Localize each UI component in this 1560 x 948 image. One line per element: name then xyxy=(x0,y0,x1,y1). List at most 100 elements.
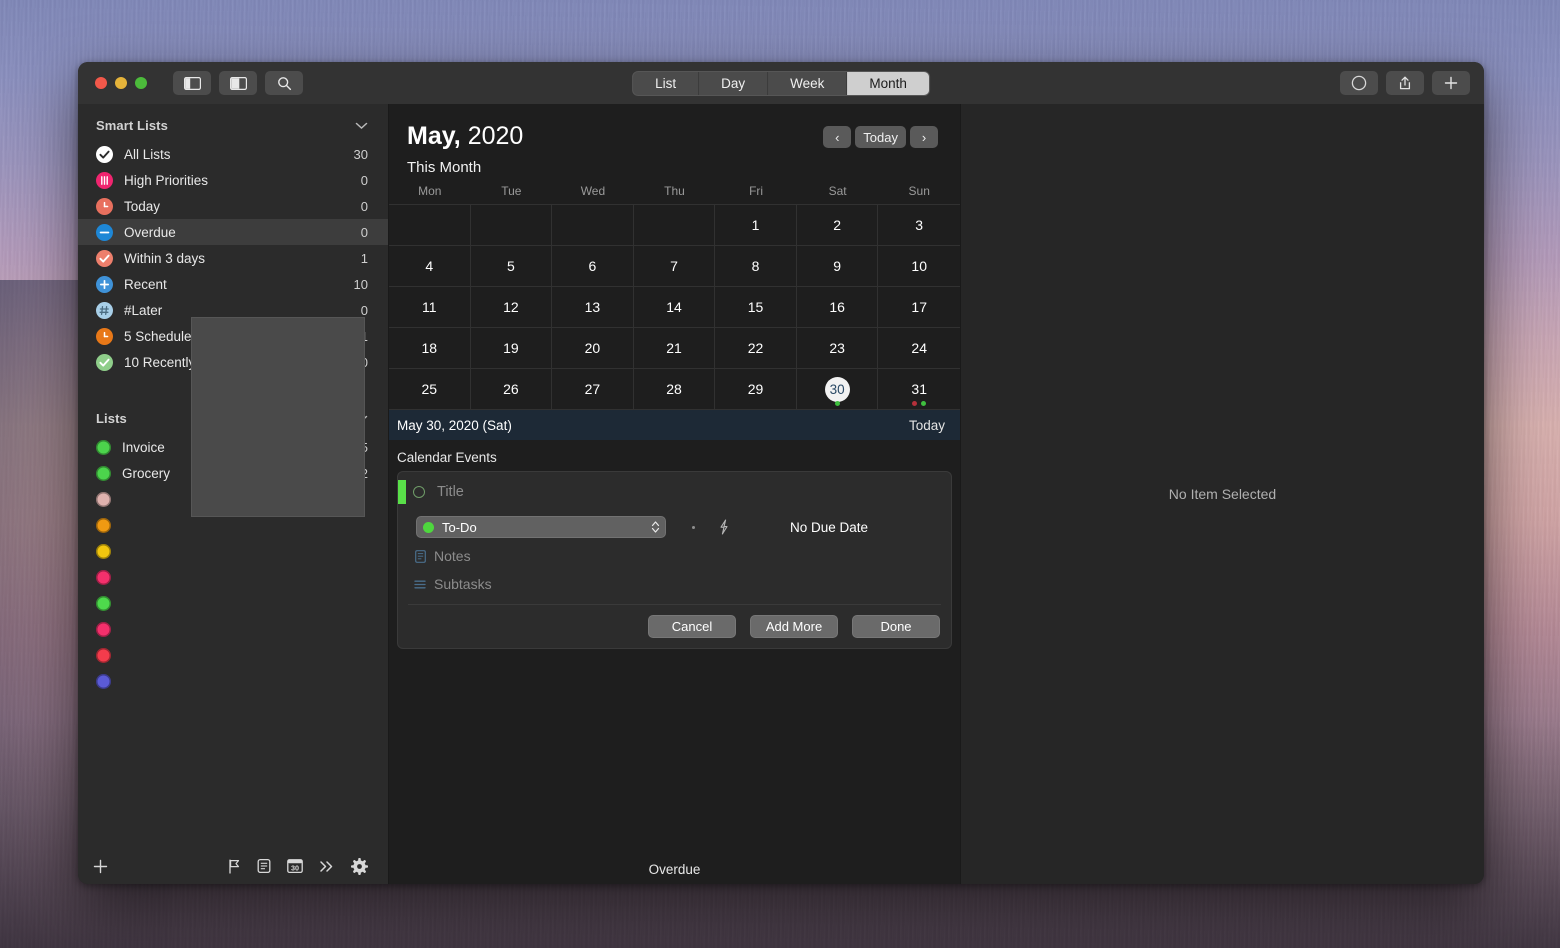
calendar-day-cell[interactable]: 26 xyxy=(470,369,553,410)
expand-button[interactable] xyxy=(319,860,335,873)
sidebar-item-today[interactable]: Today 0 xyxy=(78,193,388,219)
add-more-button[interactable]: Add More xyxy=(750,615,838,638)
calendar-day-number: 24 xyxy=(911,340,927,356)
calendar-day-cell[interactable]: 22 xyxy=(715,328,797,369)
sidebar-list-hidden[interactable] xyxy=(78,564,388,590)
minimize-button[interactable] xyxy=(115,77,127,89)
window-body: Smart Lists All Lists 30 High Priorities 0 T… xyxy=(78,104,1484,884)
weekday-label: Fri xyxy=(749,184,764,198)
calendar-day-cell[interactable]: 25 xyxy=(389,369,471,410)
sidebar-item-label: High Priorities xyxy=(124,172,209,188)
calendar-day-number: 8 xyxy=(751,258,760,274)
calendar-day-cell[interactable]: 8 xyxy=(715,246,797,287)
close-button[interactable] xyxy=(95,77,107,89)
calendar-day-cell[interactable]: 12 xyxy=(470,287,553,328)
zoom-button[interactable] xyxy=(135,77,147,89)
calendar-day-number: 28 xyxy=(666,381,682,397)
calendar-day-cell[interactable]: 15 xyxy=(715,287,797,328)
list-color-dot-icon xyxy=(96,673,111,689)
task-subtasks-input[interactable]: Subtasks xyxy=(434,576,492,592)
calendar-day-cell[interactable]: 19 xyxy=(470,328,553,369)
calendar-day-cell[interactable]: 4 xyxy=(389,246,471,287)
add-button[interactable] xyxy=(1432,71,1470,95)
sidebar-list-hidden[interactable] xyxy=(78,616,388,642)
calendar-day-cell[interactable]: 18 xyxy=(389,328,471,369)
note-button[interactable] xyxy=(257,858,271,874)
today-button[interactable]: Today xyxy=(855,126,906,148)
calendar-day-cell[interactable]: 5 xyxy=(470,246,553,287)
calendar-day-cell[interactable]: 10 xyxy=(878,246,960,287)
sidebar-item-high-priorities[interactable]: High Priorities 0 xyxy=(78,167,388,193)
calendar-button[interactable]: 30 xyxy=(287,858,303,874)
calendar-day-cell[interactable]: 31 xyxy=(878,369,960,410)
tab-month[interactable]: Month xyxy=(847,71,929,95)
calendar-day-cell[interactable]: 7 xyxy=(633,246,716,287)
lists-overlay-panel xyxy=(191,317,365,517)
calendar-day-cell[interactable]: 14 xyxy=(633,287,716,328)
lightning-bolt-icon[interactable] xyxy=(718,519,730,535)
notes-icon xyxy=(414,549,426,563)
sidebar-list-hidden[interactable] xyxy=(78,590,388,616)
calendar-day-number: 3 xyxy=(915,217,924,233)
flag-button[interactable] xyxy=(228,859,241,874)
tab-list[interactable]: List xyxy=(633,71,700,95)
toggle-right-sidebar-button[interactable] xyxy=(219,71,257,95)
new-task-form: Title To-Do No Due Date Notes Subtasks C… xyxy=(397,471,952,649)
calendar-day-cell[interactable]: 28 xyxy=(633,369,716,410)
task-type-select[interactable]: To-Do xyxy=(416,516,666,538)
sidebar-item-recent[interactable]: Recent 10 xyxy=(78,271,388,297)
task-title-input[interactable]: Title xyxy=(437,484,464,500)
calendar-day-cell[interactable]: 3 xyxy=(878,205,960,246)
prev-month-button[interactable]: ‹ xyxy=(823,126,852,148)
calendar-day-cell[interactable]: 27 xyxy=(552,369,634,410)
sidebar-list-hidden[interactable] xyxy=(78,668,388,694)
calendar-day-cell[interactable]: 6 xyxy=(552,246,634,287)
task-due-date[interactable]: No Due Date xyxy=(790,520,868,535)
calendar-day-number: 21 xyxy=(666,340,682,356)
sidebar-list-hidden[interactable] xyxy=(78,538,388,564)
calendar-day-cell[interactable]: 23 xyxy=(796,328,879,369)
search-button[interactable] xyxy=(265,71,303,95)
calendar-day-cell[interactable]: 24 xyxy=(878,328,960,369)
done-button[interactable]: Done xyxy=(852,615,940,638)
task-subtasks-row[interactable]: Subtasks xyxy=(398,570,951,598)
window-controls xyxy=(95,77,147,89)
task-notes-input[interactable]: Notes xyxy=(434,548,471,564)
calendar-day-cell[interactable]: 13 xyxy=(552,287,634,328)
calendar-day-cell[interactable]: 20 xyxy=(552,328,634,369)
calendar-day-number: 18 xyxy=(421,340,438,356)
calendar-day-cell[interactable]: 29 xyxy=(715,369,797,410)
calendar-day-cell[interactable]: 2 xyxy=(796,205,879,246)
calendar-day-cell[interactable]: 9 xyxy=(796,246,879,287)
calendar-day-cell[interactable]: 16 xyxy=(796,287,879,328)
task-complete-checkbox[interactable] xyxy=(413,486,425,498)
sidebar: Smart Lists All Lists 30 High Priorities 0 T… xyxy=(78,104,388,884)
cancel-button[interactable]: Cancel xyxy=(648,615,736,638)
chevron-down-icon[interactable] xyxy=(355,122,368,130)
tab-week[interactable]: Week xyxy=(768,71,848,95)
smart-lists-title: Smart Lists xyxy=(96,118,168,133)
calendar-day-cell[interactable]: 17 xyxy=(878,287,960,328)
view-mode-tabs[interactable]: List Day Week Month xyxy=(632,70,930,96)
share-button[interactable] xyxy=(1386,71,1424,95)
next-month-button[interactable]: › xyxy=(910,126,938,148)
sidebar-item-within-3-days[interactable]: Within 3 days 1 xyxy=(78,245,388,271)
smart-lists-header[interactable]: Smart Lists xyxy=(78,104,388,141)
calendar-empty-cell xyxy=(552,205,634,246)
toggle-left-sidebar-button[interactable] xyxy=(173,71,211,95)
calendar-day-cell[interactable]: 21 xyxy=(633,328,716,369)
calendar-year: 2020 xyxy=(467,122,524,150)
dot-icon[interactable] xyxy=(692,525,695,529)
settings-button[interactable] xyxy=(351,857,368,875)
add-list-button[interactable] xyxy=(92,858,109,875)
sidebar-item-all-lists[interactable]: All Lists 30 xyxy=(78,141,388,167)
focus-circle-button[interactable] xyxy=(1340,71,1378,95)
tab-day[interactable]: Day xyxy=(699,71,769,95)
calendar-day-cell[interactable]: 1 xyxy=(715,205,797,246)
calendar-day-cell[interactable]: 30 xyxy=(796,369,879,410)
calendar-day-cell[interactable]: 11 xyxy=(389,287,471,328)
sidebar-list-hidden[interactable] xyxy=(78,642,388,668)
task-notes-row[interactable]: Notes xyxy=(398,542,951,570)
calendar-day-number: 23 xyxy=(829,340,845,356)
sidebar-item-overdue[interactable]: Overdue 0 xyxy=(78,219,388,245)
